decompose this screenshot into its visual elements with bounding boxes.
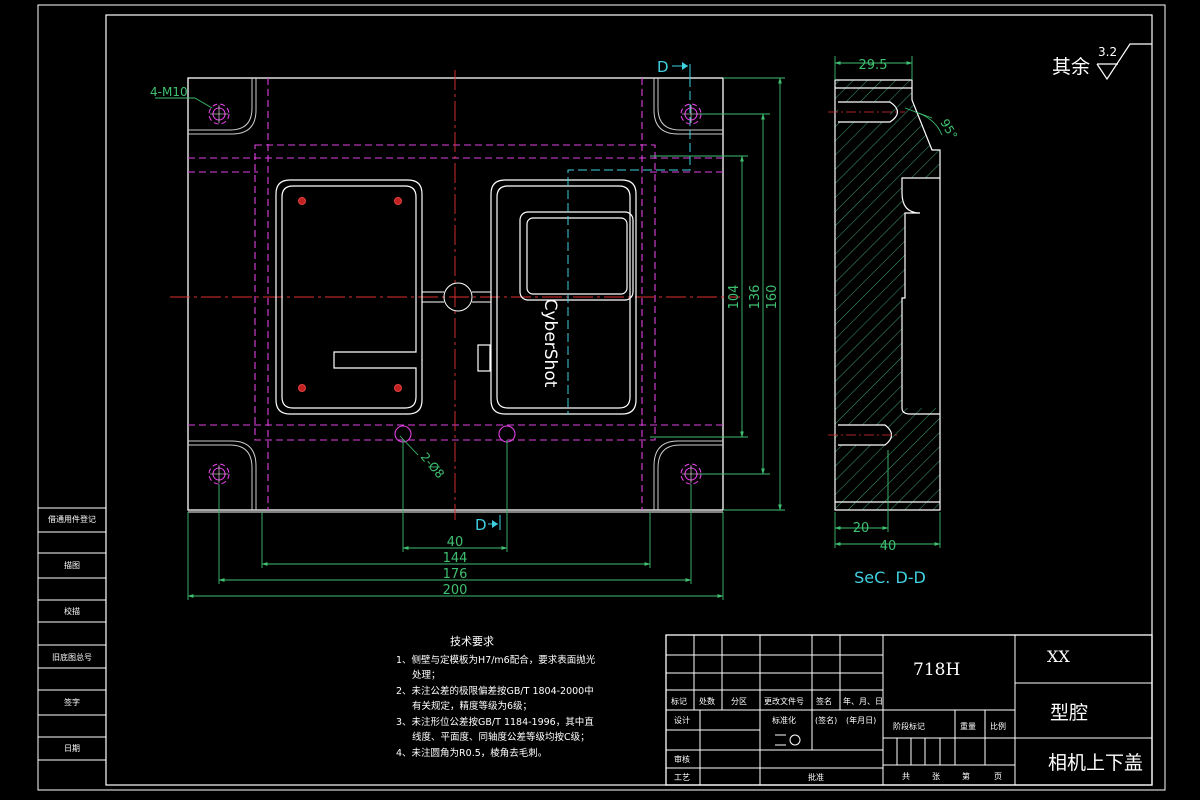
part-name: 型腔	[1050, 702, 1089, 724]
sheet-total: 共	[902, 772, 910, 781]
side-label-old-no: 旧底图总号	[52, 653, 92, 662]
product-label: CyberShot	[540, 299, 560, 388]
dim-29-5: 29.5	[859, 58, 888, 73]
tech-line-3: 2、未注公差的极限偏差按GB/T 1804-2000中	[396, 686, 594, 697]
section-marker-top: D	[657, 58, 669, 76]
approve: 批准	[808, 773, 824, 782]
section-title: SeC. D-D	[854, 568, 926, 587]
tech-line-5: 3、未注形位公差按GB/T 1184-1996，其中直	[396, 717, 594, 728]
material: 718H	[913, 660, 961, 680]
side-label-trace: 描图	[64, 561, 80, 570]
stage-weight: 重量	[960, 722, 976, 731]
tech-line-1: 1、侧壁与定模板为H7/m6配合，要求表面抛光	[396, 655, 596, 666]
stage-scale: 比例	[990, 722, 1006, 731]
tech-line-6: 线度、平面度、同轴度公差等级均按C级；	[412, 732, 590, 743]
rev-header-zone: 分区	[731, 697, 747, 706]
sheet-page: 页	[994, 772, 1002, 781]
dim-20: 20	[853, 521, 870, 536]
tech-heading: 技术要求	[450, 635, 494, 648]
role-review: 审核	[674, 755, 690, 764]
dim-40: 40	[447, 535, 464, 550]
dim-200: 200	[443, 583, 468, 598]
dim-95-deg: 95°	[937, 117, 960, 142]
tech-line-2: 处理；	[412, 670, 441, 681]
pin-callout: 2-Ø8	[418, 450, 447, 481]
company: XX	[1047, 647, 1070, 666]
dim-136: 136	[748, 285, 763, 310]
date: (年月日)	[846, 716, 877, 725]
hole-callout: 4-M10	[150, 85, 188, 99]
rev-header-mark: 标记	[671, 697, 687, 706]
side-label-check: 校描	[64, 607, 80, 616]
side-label-sign: 签字	[64, 698, 80, 707]
dim-40-section: 40	[880, 539, 897, 554]
role-design: 设计	[674, 716, 690, 725]
stage-mark: 阶段标记	[893, 722, 925, 731]
tech-line-4: 有关规定，精度等级为6级；	[412, 701, 533, 712]
dim-160: 160	[765, 285, 780, 310]
drawing-name: 相机上下盖	[1048, 752, 1144, 774]
section-view: 29.5 95° 20 40 SeC. D-D	[828, 56, 960, 587]
dim-104: 104	[727, 285, 742, 310]
side-strip	[38, 507, 106, 761]
tech-line-7: 4、未注圆角为R0.5，棱角去毛刺。	[396, 748, 548, 759]
rev-header-count: 处数	[699, 697, 715, 706]
section-marker-bottom: D	[475, 516, 487, 534]
plan-view: CyberShot 4-M10 2-Ø8 D D 40 144 176 200 …	[150, 58, 933, 600]
dim-176: 176	[443, 567, 468, 582]
rev-header-docno: 更改文件号	[764, 697, 804, 706]
rev-header-sign: 签名	[816, 697, 832, 706]
rev-header-date: 年、月、日	[843, 697, 883, 706]
sign: (签名)	[815, 716, 838, 725]
roughness-symbol: 其余 3.2	[1052, 43, 1152, 81]
dim-144: 144	[443, 551, 468, 566]
side-label-date: 日期	[64, 744, 80, 753]
side-label-register: 借通用件登记	[48, 515, 96, 524]
role-process: 工艺	[674, 773, 690, 782]
sheet-unit: 张	[932, 772, 940, 781]
sheet-no: 第	[962, 772, 970, 781]
standardize: 标准化	[772, 716, 796, 725]
roughness-label: 其余	[1052, 56, 1090, 78]
roughness-value: 3.2	[1098, 45, 1117, 59]
